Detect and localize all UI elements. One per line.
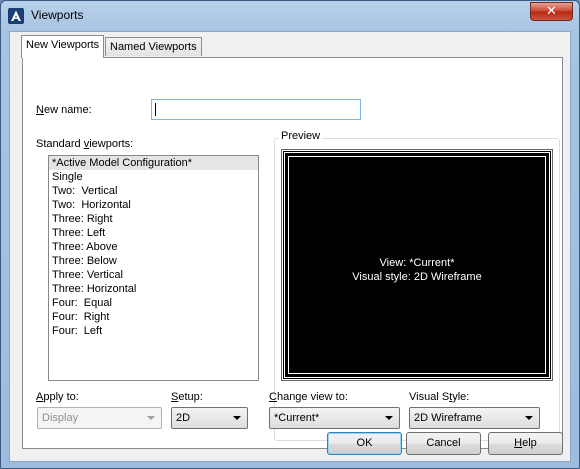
title-bar[interactable]: Viewports ✕ — [1, 1, 579, 31]
setup-label: Setup: — [171, 391, 203, 403]
viewports-dialog: Viewports ✕ New Viewports Named Viewport… — [0, 0, 580, 469]
close-button[interactable]: ✕ — [530, 2, 573, 21]
standard-viewports-label: Standard viewports: — [36, 138, 134, 150]
visual-style-label: Visual Style: — [409, 391, 470, 403]
list-item-four-right[interactable]: Four: Right — [49, 310, 258, 324]
setup-select[interactable]: 2D — [171, 407, 248, 429]
chevron-down-icon — [385, 416, 393, 420]
list-item-three-left[interactable]: Three: Left — [49, 226, 258, 240]
tab-new-viewports[interactable]: New Viewports — [21, 35, 105, 58]
chevron-down-icon — [147, 416, 155, 420]
visual-style-select[interactable]: 2D Wireframe — [409, 407, 540, 429]
list-item-three-above[interactable]: Three: Above — [49, 240, 258, 254]
viewport-preview: View: *Current* Visual style: 2D Wirefra… — [281, 149, 553, 381]
preview-view-text: View: *Current* — [379, 257, 455, 269]
list-item-active-model-configuration[interactable]: *Active Model Configuration* — [49, 156, 258, 170]
apply-to-select[interactable]: Display — [37, 407, 162, 429]
ok-button[interactable]: OK — [327, 432, 402, 455]
tab-panel-new-viewports: New name: Standard viewports: *Active Mo… — [22, 57, 563, 449]
apply-to-label: Apply to: — [36, 391, 79, 403]
change-view-select[interactable]: *Current* — [269, 407, 400, 429]
cancel-button[interactable]: Cancel — [406, 432, 481, 455]
preview-viewport-frame: View: *Current* Visual style: 2D Wirefra… — [288, 156, 546, 374]
change-view-value: *Current* — [274, 412, 320, 424]
new-name-input[interactable] — [151, 99, 361, 120]
change-view-label: Change view to: — [269, 391, 348, 403]
list-item-two-vertical[interactable]: Two: Vertical — [49, 184, 258, 198]
chevron-down-icon — [233, 416, 241, 420]
help-button[interactable]: Help — [488, 432, 563, 455]
preview-group-title: Preview — [279, 130, 323, 142]
preview-caption: View: *Current* Visual style: 2D Wirefra… — [289, 256, 545, 284]
list-item-three-vertical[interactable]: Three: Vertical — [49, 268, 258, 282]
list-item-three-right[interactable]: Three: Right — [49, 212, 258, 226]
dialog-client-area: New Viewports Named Viewports New name: … — [9, 31, 571, 462]
chevron-down-icon — [525, 416, 533, 420]
window-title: Viewports — [31, 8, 84, 22]
list-item-three-horizontal[interactable]: Three: Horizontal — [49, 282, 258, 296]
visual-style-value: 2D Wireframe — [414, 412, 482, 424]
text-caret — [155, 103, 156, 116]
list-item-four-left[interactable]: Four: Left — [49, 324, 258, 338]
setup-value: 2D — [176, 412, 191, 424]
list-item-three-below[interactable]: Three: Below — [49, 254, 258, 268]
autocad-a-icon — [8, 8, 24, 24]
new-name-label: New name: — [36, 104, 92, 116]
preview-style-text: Visual style: 2D Wireframe — [352, 271, 482, 283]
tab-named-viewports[interactable]: Named Viewports — [105, 37, 202, 56]
apply-to-value: Display — [42, 412, 79, 424]
standard-viewports-list[interactable]: *Active Model Configuration* Single Two:… — [48, 155, 259, 381]
close-icon: ✕ — [546, 4, 557, 19]
list-item-four-equal[interactable]: Four: Equal — [49, 296, 258, 310]
list-item-two-horizontal[interactable]: Two: Horizontal — [49, 198, 258, 212]
list-item-single[interactable]: Single — [49, 170, 258, 184]
